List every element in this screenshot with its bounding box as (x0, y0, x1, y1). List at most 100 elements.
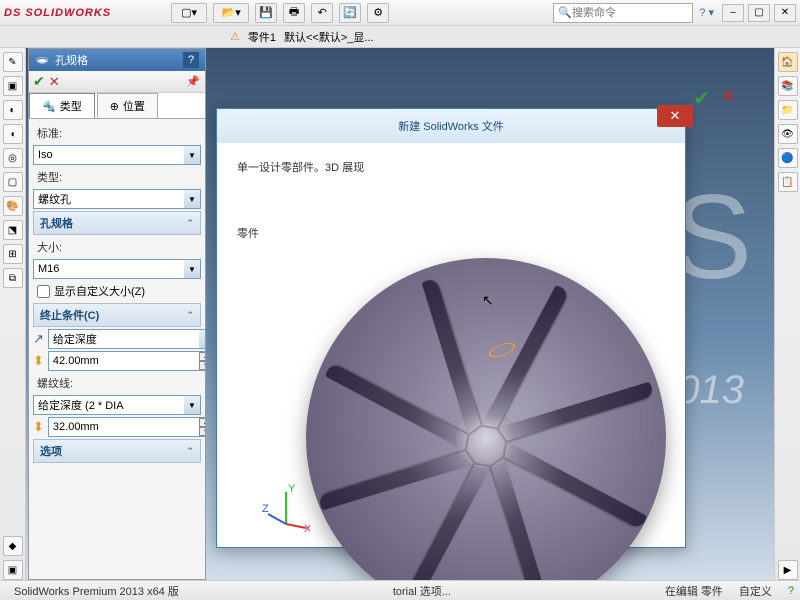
help-dropdown[interactable]: ? ▾ (699, 6, 714, 19)
chevron-icon: ⌃ (186, 310, 194, 321)
spin-up-button[interactable]: ▲ (199, 352, 205, 361)
spin-thread-depth[interactable]: ▲▼ (48, 417, 205, 437)
doc-toolbar: ⚠ 零件1 默认<<默认>_显... (0, 26, 800, 48)
search-icon: 🔍 (558, 6, 572, 19)
dialog-desc-1: 单一设计零部件。3D 展现 (237, 159, 665, 175)
chevron-icon: ⌃ (186, 218, 194, 229)
dd-type-icon[interactable]: ▼ (184, 190, 200, 208)
thread-depth-icon: ⬍ (33, 417, 44, 437)
tab-position-label: 位置 (123, 98, 145, 114)
task-flyout-icon[interactable]: ▶ (778, 560, 798, 580)
pm-confirm-bar: ✔ ✕ 📌 (29, 71, 205, 93)
combo-end-condition[interactable]: ▼ (48, 329, 205, 349)
rail-tool-2-icon[interactable]: ▣ (3, 560, 23, 580)
combo-standard[interactable]: ▼ (33, 145, 201, 165)
input-thread-mode[interactable] (34, 396, 184, 414)
print-button[interactable]: 🖶 (283, 3, 305, 23)
command-search[interactable]: 🔍 (553, 3, 693, 23)
spin-depth[interactable]: ▲▼ (48, 351, 205, 371)
restore-button[interactable]: ▢ (748, 4, 770, 22)
status-tutorial[interactable]: torial 选项... (385, 583, 459, 599)
combo-size[interactable]: ▼ (33, 259, 201, 279)
combo-type[interactable]: ▼ (33, 189, 201, 209)
viewport-accept-icon[interactable]: ✔ (693, 86, 710, 111)
rail-pattern-icon[interactable]: ⊞ (3, 244, 23, 264)
task-library-icon[interactable]: 📚 (778, 76, 798, 96)
open-dropdown-button[interactable]: 📂▾ (213, 3, 249, 23)
save-button[interactable]: 💾 (255, 3, 277, 23)
new-dropdown-button[interactable]: ▢▾ (171, 3, 207, 23)
label-standard: 标准: (33, 123, 201, 143)
pm-ok-button[interactable]: ✔ (33, 73, 45, 90)
doc-label: 零件1 (248, 29, 276, 45)
checkbox-custom-size[interactable]: 显示自定义大小(Z) (33, 281, 201, 301)
input-standard[interactable] (34, 146, 184, 164)
dd-standard-icon[interactable]: ▼ (184, 146, 200, 164)
input-end-condition[interactable] (49, 330, 199, 348)
search-input[interactable] (572, 7, 688, 19)
chk-custom-size-input[interactable] (37, 285, 50, 298)
tab-position[interactable]: ⊕ 位置 (97, 93, 158, 118)
depth-icon: ⬍ (33, 351, 44, 371)
task-view-icon[interactable]: 👁 (778, 124, 798, 144)
reverse-direction-icon[interactable]: ↗ (33, 329, 44, 349)
options-button[interactable]: ⚙ (367, 3, 389, 23)
dd-size-icon[interactable]: ▼ (184, 260, 200, 278)
minimize-button[interactable]: – (722, 4, 744, 22)
dialog-close-button[interactable]: ✕ (657, 105, 693, 127)
dd-thread-icon[interactable]: ▼ (184, 396, 200, 414)
dd-end-icon[interactable]: ▼ (199, 330, 205, 348)
combo-thread-mode[interactable]: ▼ (33, 395, 201, 415)
rail-hole-icon[interactable]: ◎ (3, 148, 23, 168)
doc-config: 默认<<默认>_显... (284, 29, 374, 45)
label-type: 类型: (33, 167, 201, 187)
dialog-body: 单一设计零部件。3D 展现 零件 (217, 143, 685, 257)
viewport-cancel-icon[interactable]: ✕ (721, 86, 736, 107)
pm-help-button[interactable]: ? (183, 52, 199, 68)
close-button[interactable]: ✕ (774, 4, 796, 22)
app-logo: DS SOLIDWORKS (4, 7, 111, 19)
input-thread-depth[interactable] (49, 418, 199, 436)
status-custom[interactable]: 自定义 (731, 583, 780, 599)
task-folder-icon[interactable]: 📁 (778, 100, 798, 120)
rail-fillet-icon[interactable]: ◖ (3, 124, 23, 144)
section-options[interactable]: 选项⌃ (33, 439, 201, 463)
pm-header: 🕳 孔规格 ? (29, 49, 205, 71)
task-appearance-icon[interactable]: 🔵 (778, 148, 798, 168)
tab-type[interactable]: 🔩 类型 (29, 93, 95, 118)
input-type[interactable] (34, 190, 184, 208)
spin-down-button[interactable]: ▼ (199, 427, 205, 436)
quick-access-toolbar: ▢▾ 📂▾ 💾 🖶 ↶ 🔄 ⚙ (171, 3, 389, 23)
rail-extrude-icon[interactable]: ▣ (3, 76, 23, 96)
dialog-title-text: 新建 SolidWorks 文件 (398, 118, 504, 134)
left-command-rail: ✎ ▣ ◐ ◖ ◎ ▢ 🎨 ⬔ ⊞ ⧉ ◆ ▣ (0, 48, 26, 580)
undo-button[interactable]: ↶ (311, 3, 333, 23)
rail-draft-icon[interactable]: ⬔ (3, 220, 23, 240)
dialog-titlebar: 新建 SolidWorks 文件 ✕ (217, 109, 685, 143)
warning-icon: ⚠ (230, 30, 240, 43)
hole-wizard-icon: 🕳 (35, 54, 49, 67)
section-end-condition[interactable]: 终止条件(C)⌃ (33, 303, 201, 327)
rail-revolve-icon[interactable]: ◐ (3, 100, 23, 120)
tab-type-icon: 🔩 (42, 100, 56, 113)
input-size[interactable] (34, 260, 184, 278)
pm-pin-button[interactable]: 📌 (185, 74, 201, 90)
task-home-icon[interactable]: 🏠 (778, 52, 798, 72)
rail-sketch-icon[interactable]: ✎ (3, 52, 23, 72)
spin-down-button[interactable]: ▼ (199, 361, 205, 370)
rebuild-button[interactable]: 🔄 (339, 3, 361, 23)
spin-up-button[interactable]: ▲ (199, 418, 205, 427)
task-properties-icon[interactable]: 📋 (778, 172, 798, 192)
pm-title: 孔规格 (55, 52, 88, 68)
status-help-icon[interactable]: ? (788, 585, 794, 597)
input-depth[interactable] (49, 352, 199, 370)
label-size: 大小: (33, 237, 201, 257)
right-task-rail: 🏠 📚 📁 👁 🔵 📋 ▶ (774, 48, 800, 580)
rail-tool-1-icon[interactable]: ◆ (3, 536, 23, 556)
rail-mirror-icon[interactable]: ⧉ (3, 268, 23, 288)
rail-appearance-icon[interactable]: 🎨 (3, 196, 23, 216)
section-hole-spec[interactable]: 孔规格⌃ (33, 211, 201, 235)
status-bar: SolidWorks Premium 2013 x64 版 torial 选项.… (0, 580, 800, 600)
rail-shell-icon[interactable]: ▢ (3, 172, 23, 192)
pm-cancel-button[interactable]: ✕ (49, 74, 60, 90)
